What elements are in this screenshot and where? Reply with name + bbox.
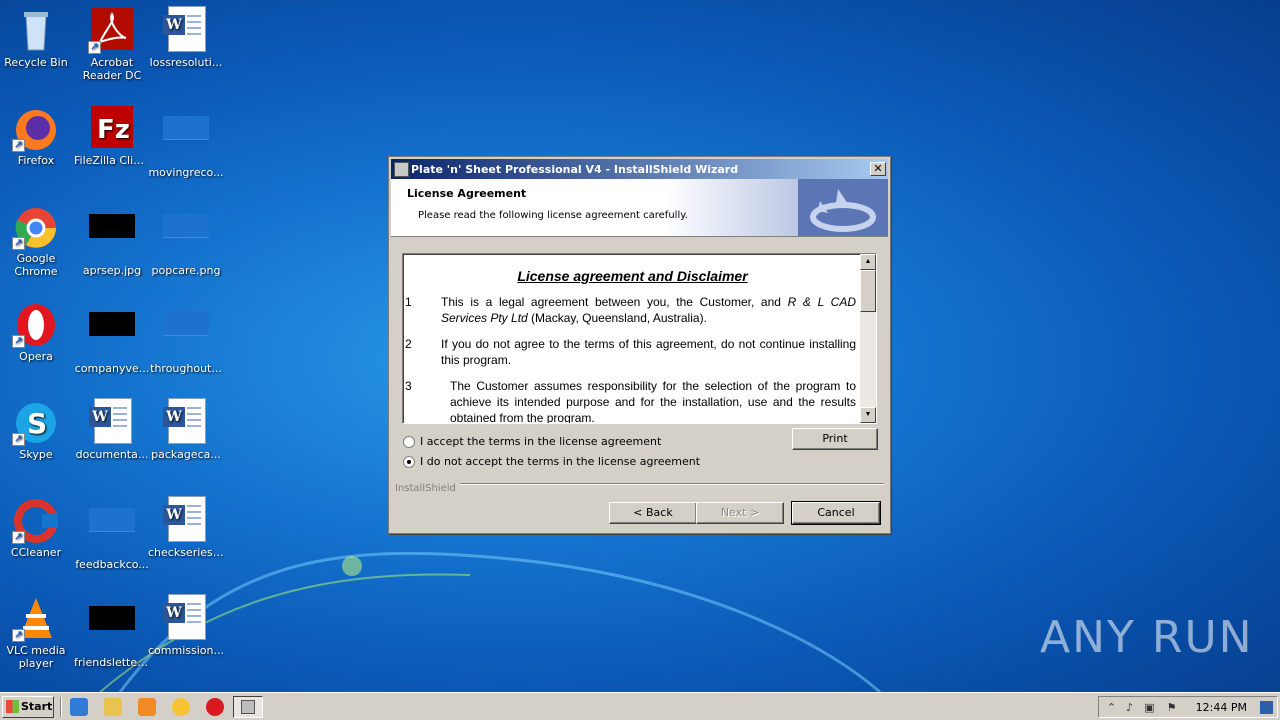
license-text-box[interactable]: License agreement and Disclaimer 1 This … bbox=[402, 253, 877, 424]
flag-icon[interactable]: ⚑ bbox=[1165, 701, 1178, 714]
recycle-bin-icon bbox=[12, 6, 60, 54]
decline-radio-option[interactable]: I do not accept the terms in the license… bbox=[403, 455, 700, 468]
image-file-icon bbox=[162, 214, 210, 262]
license-title: License agreement and Disclaimer bbox=[517, 268, 748, 284]
desktop-icon-friendsletter[interactable]: friendsletter... bbox=[74, 594, 150, 669]
internet-explorer-icon[interactable] bbox=[70, 698, 88, 716]
shortcut-arrow-icon: ↗ bbox=[12, 335, 25, 348]
desktop-icon-ccleaner[interactable]: ↗ CCleaner bbox=[0, 496, 74, 559]
shortcut-arrow-icon: ↗ bbox=[88, 41, 101, 54]
volume-icon[interactable]: ♪ bbox=[1123, 701, 1136, 714]
chrome-icon: ↗ bbox=[12, 202, 60, 250]
media-player-icon[interactable] bbox=[138, 698, 156, 716]
shortcut-arrow-icon: ↗ bbox=[12, 237, 25, 250]
file-icon bbox=[162, 312, 210, 360]
dialog-titlebar[interactable]: Plate 'n' Sheet Professional V4 - Instal… bbox=[391, 159, 888, 181]
desktop-icon-movingreco[interactable]: movingreco... bbox=[148, 104, 224, 179]
desktop-icon-filezilla[interactable]: Fz FileZilla Client bbox=[74, 104, 150, 167]
word-document-icon: W bbox=[162, 594, 210, 642]
opera-icon: ↗ bbox=[12, 300, 60, 348]
firefox-icon: ↗ bbox=[12, 104, 60, 152]
print-button[interactable]: Print bbox=[792, 428, 878, 450]
taskbar: Start ⌃ ♪ ▣ ⚑ 12:44 PM bbox=[0, 692, 1280, 720]
desktop-icon-vlc[interactable]: ↗ VLC media player bbox=[0, 594, 74, 670]
scroll-thumb[interactable] bbox=[860, 270, 876, 312]
desktop-icon-skype[interactable]: S ↗ Skype bbox=[0, 398, 74, 461]
dialog-title: Plate 'n' Sheet Professional V4 - Instal… bbox=[411, 163, 739, 176]
installshield-logo-icon bbox=[798, 179, 888, 236]
cancel-button[interactable]: Cancel bbox=[791, 501, 881, 525]
back-button[interactable]: < Back bbox=[609, 502, 697, 524]
file-explorer-icon[interactable] bbox=[104, 698, 122, 716]
acrobat-icon: ↗ bbox=[88, 6, 136, 54]
decline-radio[interactable] bbox=[403, 455, 415, 468]
desktop-icon-aprsep[interactable]: aprsep.jpg bbox=[74, 202, 150, 277]
license-scrollbar[interactable]: ▲ ▼ bbox=[860, 254, 876, 423]
file-icon bbox=[88, 508, 136, 556]
desktop-icon-feedbackco[interactable]: feedbackco... bbox=[74, 496, 150, 571]
word-document-icon: W bbox=[162, 496, 210, 544]
shortcut-arrow-icon: ↗ bbox=[12, 531, 25, 544]
show-desktop-icon[interactable] bbox=[1260, 701, 1273, 714]
network-icon[interactable]: ▣ bbox=[1143, 701, 1156, 714]
image-file-icon bbox=[88, 214, 136, 262]
scroll-up-arrow-icon[interactable]: ▲ bbox=[860, 254, 876, 270]
desktop-icon-commission[interactable]: W commission... bbox=[148, 594, 224, 657]
ccleaner-icon: ↗ bbox=[12, 496, 60, 544]
page-subheading: Please read the following license agreem… bbox=[418, 210, 688, 221]
close-button[interactable]: ✕ bbox=[870, 162, 886, 176]
skype-icon: S ↗ bbox=[12, 398, 60, 446]
word-document-icon: W bbox=[88, 398, 136, 446]
desktop-icon-popcare[interactable]: popcare.png bbox=[148, 202, 224, 277]
installer-taskbar-button[interactable] bbox=[233, 696, 263, 718]
chrome-taskbar-icon[interactable] bbox=[172, 698, 190, 716]
shortcut-arrow-icon: ↗ bbox=[12, 629, 25, 642]
accept-radio[interactable] bbox=[403, 435, 415, 448]
word-document-icon: W bbox=[162, 398, 210, 446]
desktop-icon-documenta[interactable]: W documenta... bbox=[74, 398, 150, 461]
svg-text:S: S bbox=[27, 407, 47, 440]
filezilla-icon: Fz bbox=[88, 104, 136, 152]
installshield-brand-label: InstallShield bbox=[395, 483, 460, 494]
shortcut-arrow-icon: ↗ bbox=[12, 139, 25, 152]
divider bbox=[395, 483, 884, 485]
svg-text:Fz: Fz bbox=[97, 115, 130, 145]
installer-app-icon bbox=[394, 162, 409, 177]
desktop-icon-google-chrome[interactable]: ↗ Google Chrome bbox=[0, 202, 74, 278]
desktop-icon-checkseries[interactable]: W checkseries.rtf bbox=[148, 496, 224, 559]
page-heading: License Agreement bbox=[407, 187, 527, 200]
chevron-up-icon[interactable]: ⌃ bbox=[1105, 701, 1118, 714]
desktop-icon-companyve[interactable]: companyve... bbox=[74, 300, 150, 375]
accept-radio-option[interactable]: I accept the terms in the license agreem… bbox=[403, 435, 661, 448]
desktop-icon-firefox[interactable]: ↗ Firefox bbox=[0, 104, 74, 167]
desktop-icon-throughout[interactable]: throughout... bbox=[148, 300, 224, 375]
taskbar-separator bbox=[60, 697, 62, 717]
wizard-banner: License Agreement Please read the follow… bbox=[391, 179, 888, 237]
clock[interactable]: 12:44 PM bbox=[1196, 701, 1247, 714]
license-clause: 3 The Customer assumes responsibility fo… bbox=[405, 379, 856, 424]
image-file-icon bbox=[88, 312, 136, 360]
anyrun-watermark: ANY RUN bbox=[1040, 612, 1254, 663]
opera-taskbar-icon[interactable] bbox=[206, 698, 224, 716]
desktop-icon-packageca[interactable]: W packageca... bbox=[148, 398, 224, 461]
license-clause: 2 If you do not agree to the terms of th… bbox=[405, 337, 856, 367]
installshield-wizard-dialog: Plate 'n' Sheet Professional V4 - Instal… bbox=[388, 156, 891, 534]
desktop-icon-recycle-bin[interactable]: Recycle Bin bbox=[0, 6, 74, 69]
vlc-icon: ↗ bbox=[12, 594, 60, 642]
start-button[interactable]: Start bbox=[2, 696, 54, 718]
image-file-icon bbox=[88, 606, 136, 654]
file-icon bbox=[162, 116, 210, 164]
license-clause: 1 This is a legal agreement between you,… bbox=[405, 295, 857, 325]
shortcut-arrow-icon: ↗ bbox=[12, 433, 25, 446]
scroll-down-arrow-icon[interactable]: ▼ bbox=[860, 407, 876, 423]
system-tray: ⌃ ♪ ▣ ⚑ 12:44 PM bbox=[1098, 696, 1278, 718]
word-document-icon: W bbox=[162, 6, 210, 54]
desktop-icon-acrobat[interactable]: ↗ Acrobat Reader DC bbox=[74, 6, 150, 82]
installer-app-icon bbox=[241, 700, 255, 714]
desktop-icon-opera[interactable]: ↗ Opera bbox=[0, 300, 74, 363]
desktop-icon-lossresoluti[interactable]: W lossresoluti... bbox=[148, 6, 224, 69]
windows-flag-icon bbox=[6, 700, 19, 713]
next-button[interactable]: Next > bbox=[696, 502, 784, 524]
